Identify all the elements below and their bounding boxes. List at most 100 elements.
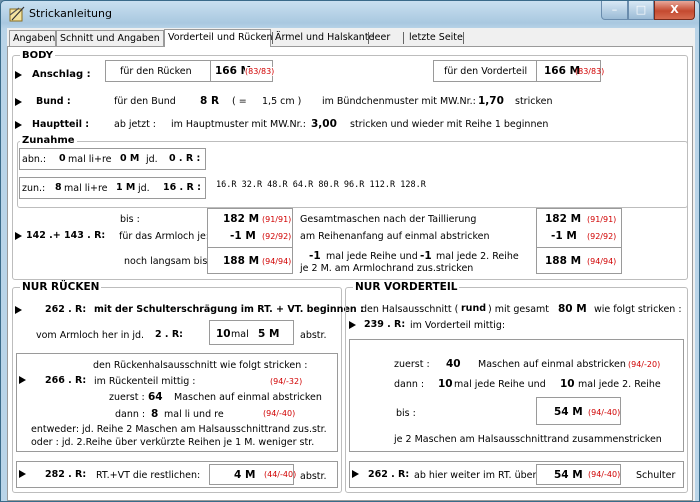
vorder-je: je 2 Maschen am Halsausschnittrand zusam…: [394, 434, 662, 445]
tab-schnitt[interactable]: Schnitt und Angaben: [56, 30, 164, 46]
hals-entweder: entweder: jd. Reihe 2 Maschen am Halsaus…: [31, 424, 327, 435]
hauptteil-muster-text: im Hauptmuster mit MW.Nr.:: [171, 119, 306, 130]
tab-separator: [403, 32, 404, 44]
client-area: Angaben Schnitt und Angaben Vorderteil u…: [7, 28, 695, 501]
hals-red2: (94/-40): [263, 409, 296, 418]
title-bar[interactable]: Strickanleitung – □ X: [1, 1, 699, 27]
arm-langsam: noch langsam bis :: [124, 256, 214, 267]
zun-jd: jd.: [138, 183, 150, 194]
vorder-zuerst: zuerst :: [394, 359, 430, 370]
vorder-bm: 54 M: [554, 406, 583, 418]
tab-vorderteil[interactable]: Vorderteil und Rücken: [164, 29, 273, 47]
arm-abstricken: am Reihenanfang auf einmal abstricken: [300, 231, 490, 242]
row-arrow-icon: [15, 121, 22, 129]
arm-g3a: -1: [309, 250, 321, 262]
hals-dt: mal li und re: [164, 409, 224, 420]
bund-rows: 8 R: [200, 95, 220, 107]
arm-bis: bis :: [120, 214, 140, 225]
hauptteil-mw: 3,00: [311, 118, 337, 130]
hauptteil-label: Hauptteil :: [32, 119, 90, 130]
row-arrow-icon: [352, 470, 359, 478]
arm-v2: -1 M: [230, 230, 256, 242]
bund-text: für den Bund: [114, 96, 176, 107]
body-title: BODY: [20, 50, 55, 62]
tab-label: Schnitt und Angaben: [60, 33, 160, 44]
knitting-app-icon: [9, 6, 25, 22]
schulter-row: 262 . R:: [45, 304, 87, 315]
vorder-bred: (94/-40): [588, 408, 621, 417]
tab-strip: Angaben Schnitt und Angaben Vorderteil u…: [7, 29, 695, 47]
row-arrow-icon: [19, 470, 26, 478]
bund-cm: 1,5 cm ): [262, 96, 302, 107]
arm-g3e: je 2 M. am Armlochrand zus.stricken: [300, 263, 474, 274]
row-arrow-icon: [15, 306, 22, 314]
bund-stricken: stricken: [515, 96, 553, 107]
close-icon: X: [670, 3, 679, 16]
row-arrow-icon: [19, 376, 26, 384]
hals-row: 266 . R:: [45, 375, 87, 386]
zunahme-title: Zunahme: [20, 135, 77, 147]
abn-row: 0 . R :: [169, 153, 201, 164]
schulter-abstr: abstr.: [300, 330, 327, 341]
rest-m: 4 M: [234, 469, 256, 481]
maximize-button[interactable]: □: [628, 1, 654, 20]
maximize-icon: □: [635, 3, 647, 16]
schulter-mal: mal: [231, 329, 249, 340]
tab-angaben[interactable]: Angaben: [9, 30, 56, 46]
vorder-text4: im Vorderteil mittig:: [410, 320, 506, 331]
tab-panel: BODY Anschlag : für den Rücken 166 M (83…: [7, 46, 693, 501]
anschlag-vorder-ratio: (83/83): [575, 67, 605, 76]
schulter-text: mit der Schulterschrägung im RT. + VT. b…: [94, 304, 364, 315]
vorder-zt: Maschen auf einmal abstricken: [478, 359, 626, 370]
hals-dn: 8: [151, 408, 159, 420]
zun-mal: mal li+re: [64, 183, 108, 194]
vorder-weiter-schulter: Schulter: [636, 470, 676, 481]
vorder-m: 80 M: [558, 303, 587, 315]
vorder-weiter-text: ab hier weiter im RT. über: [414, 470, 537, 481]
tab-aermel[interactable]: Ärmel und Halskante: [275, 32, 374, 43]
app-window: Strickanleitung – □ X Angaben Schnitt un…: [0, 0, 700, 502]
arm-r1: (91/91): [262, 215, 292, 224]
row-arrow-icon: [15, 98, 22, 106]
anschlag-ruecken-label: für den Rücken: [120, 66, 192, 77]
abn-m: 0 M: [120, 153, 140, 164]
abn-label: abn.:: [22, 154, 47, 165]
arm-g3c: -1: [420, 250, 432, 262]
arm-range: 142 .+ 143 . R:: [26, 230, 106, 241]
hals-zt: Maschen auf einmal abstricken: [174, 392, 322, 403]
window-title: Strickanleitung: [29, 7, 112, 20]
anschlag-ruecken-ratio: (83/83): [245, 67, 275, 76]
abn-mal: mal li+re: [68, 154, 112, 165]
tab-label: letzte Seite: [409, 32, 463, 43]
schulter-mal-n: 10: [216, 328, 231, 340]
vorder-d2: 10: [560, 378, 575, 390]
vorder-d1: 10: [438, 378, 453, 390]
vorder-weiter-row: 262 . R:: [368, 469, 410, 480]
vorder-row: 239 . R:: [364, 319, 406, 330]
arm-w2: -1 M: [551, 230, 577, 242]
vorder-red1: (94/-20): [628, 360, 661, 369]
arm-s3: (94/94): [587, 257, 617, 266]
schulter-text2: vom Armloch her in jd.: [36, 330, 145, 341]
zun-m: 1 M: [116, 182, 136, 193]
tab-letzte-seite[interactable]: letzte Seite: [409, 32, 463, 43]
arm-r3: (94/94): [262, 257, 292, 266]
schulter-r2: 2 . R:: [155, 329, 183, 340]
bund-muster-text: im Bündchenmuster mit MW.Nr.:: [322, 96, 476, 107]
ruecken-title: NUR RÜCKEN: [20, 281, 102, 293]
hals-oder: oder : jd. 2.Reihe über verkürzte Reihen…: [31, 437, 315, 448]
tab-separator: [463, 32, 464, 44]
tab-label: Ärmel und Halskante: [275, 32, 375, 43]
close-button[interactable]: X: [654, 1, 695, 20]
hals-text1: den Rückenhalsausschnitt wie folgt stric…: [93, 360, 308, 371]
tab-leer[interactable]: leer: [372, 32, 390, 43]
zun-row: 16 . R :: [163, 182, 201, 193]
vorder-rund: rund: [461, 303, 487, 314]
bund-mw: 1,70: [478, 95, 504, 107]
rest-row: 282 . R:: [45, 469, 87, 480]
minimize-button[interactable]: –: [601, 1, 628, 20]
abn-jd: jd.: [146, 154, 158, 165]
abn-count: 0: [59, 153, 66, 164]
hals-zn: 64: [148, 391, 163, 403]
anschlag-vorder-label: für den Vorderteil: [444, 66, 528, 77]
